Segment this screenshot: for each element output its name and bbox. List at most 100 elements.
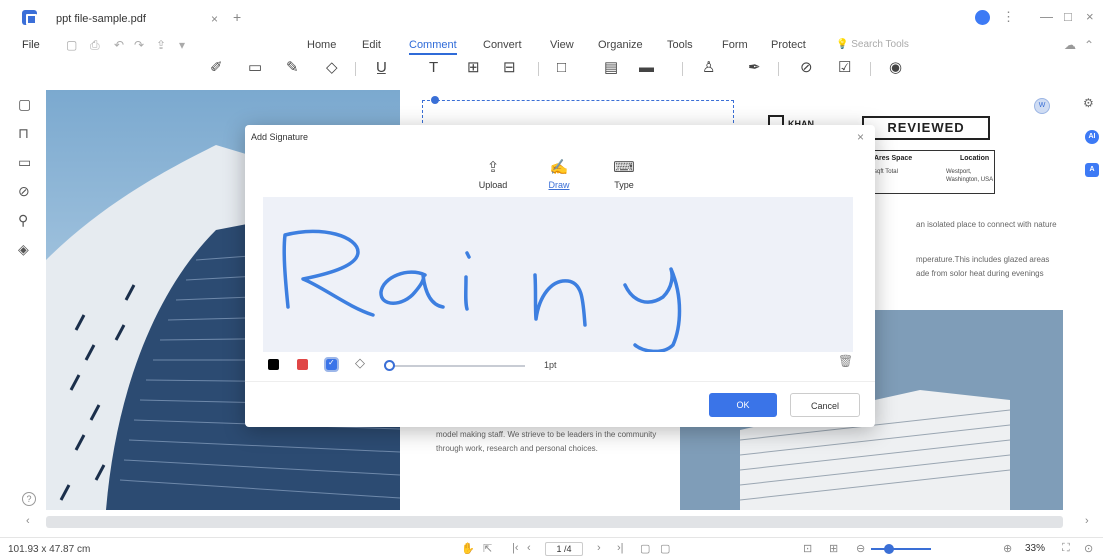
zoom-in-icon[interactable]: ⊕	[1003, 542, 1012, 555]
next-page-icon[interactable]: ›	[597, 542, 601, 554]
dropdown-arrow-icon[interactable]: ▾	[179, 38, 185, 52]
dialog-close-icon[interactable]: ×	[857, 130, 864, 144]
maximize-button[interactable]: □	[1064, 9, 1072, 24]
zoom-out-icon[interactable]: ⊖	[856, 542, 865, 555]
file-menu[interactable]: File	[22, 39, 40, 51]
view-mode-icon[interactable]: ⊞	[829, 542, 838, 555]
table-value-area: sqft Total	[874, 169, 898, 175]
properties-icon[interactable]: ⚙	[1083, 96, 1094, 110]
comment-icon[interactable]: ▭	[18, 154, 31, 171]
measure-icon[interactable]: ▬	[639, 59, 654, 77]
color-blue-swatch[interactable]	[324, 357, 339, 372]
fit-page-icon[interactable]: ⊡	[803, 542, 812, 555]
signature-draw-area[interactable]	[263, 197, 853, 354]
zoom-slider-handle[interactable]	[884, 544, 894, 554]
select-tool-icon[interactable]: ⇱	[483, 542, 492, 555]
stamp-icon[interactable]: ♙	[702, 59, 715, 77]
callout-icon[interactable]: ⊟	[503, 59, 516, 77]
cancel-button[interactable]: Cancel	[790, 393, 860, 417]
attachment-icon[interactable]: ⊘	[800, 59, 813, 77]
draw-mode-tab[interactable]: ✍ Draw	[534, 159, 584, 190]
undo-icon[interactable]: ↶	[114, 38, 124, 52]
thickness-slider[interactable]	[390, 365, 525, 367]
color-red-swatch[interactable]	[297, 359, 308, 370]
two-page-icon[interactable]: ▢	[660, 542, 670, 555]
tab-edit[interactable]: Edit	[362, 39, 381, 51]
signature-icon[interactable]: ✒	[748, 59, 761, 77]
title-bar: ppt file-sample.pdf × + ⋮ — □ ×	[0, 0, 1103, 36]
eraser-icon[interactable]: ◇	[355, 355, 365, 371]
translate-icon[interactable]: A	[1085, 163, 1099, 177]
underline-icon[interactable]: U̲	[376, 59, 387, 77]
document-tab-title: ppt file-sample.pdf	[56, 13, 146, 25]
color-black-swatch[interactable]	[268, 359, 279, 370]
settings-circle-icon[interactable]: ⊙	[1084, 542, 1093, 555]
close-window-button[interactable]: ×	[1086, 9, 1094, 24]
pencil-icon[interactable]: ✎	[286, 59, 299, 77]
comment-toolbar: ✐ ▭ ✎ ◇ U̲ T ⊞ ⊟ □ ▤ ▬ ♙ ✒ ⊘ ☑ ◉	[0, 56, 1103, 82]
tab-organize[interactable]: Organize	[598, 39, 643, 51]
note-icon[interactable]: ▤	[604, 59, 618, 77]
tab-protect[interactable]: Protect	[771, 39, 806, 51]
search-icon[interactable]: ⚲	[18, 212, 28, 229]
selection-box[interactable]	[422, 100, 734, 128]
help-icon[interactable]: ?	[22, 492, 36, 506]
zoom-level-select[interactable]: 33%	[1025, 542, 1065, 556]
thickness-slider-handle[interactable]	[384, 360, 395, 371]
reviewed-stamp[interactable]: REVIEWED	[862, 116, 990, 140]
last-page-icon[interactable]: ›|	[617, 542, 624, 554]
fullscreen-icon[interactable]: ⛶	[1062, 542, 1070, 555]
menu-bar: File ▢ ⎙ ↶ ↷ ⇪ ▾ Home Edit Comment Conve…	[0, 36, 1103, 56]
horizontal-scrollbar[interactable]	[46, 516, 1063, 528]
tab-comment[interactable]: Comment	[409, 39, 457, 51]
print-icon[interactable]: ⎙	[90, 38, 100, 53]
layers-icon[interactable]: ◈	[18, 241, 29, 258]
zoom-slider[interactable]	[871, 548, 931, 550]
type-mode-tab[interactable]: ⌨ Type	[599, 159, 649, 190]
shape-icon[interactable]: □	[557, 59, 566, 77]
document-tab[interactable]: ppt file-sample.pdf ×	[46, 6, 226, 32]
tab-home[interactable]: Home	[307, 39, 336, 51]
area-highlight-icon[interactable]: ▭	[248, 59, 262, 77]
eraser-icon[interactable]: ◇	[326, 59, 338, 77]
search-tools-input[interactable]: 💡 Search Tools	[836, 39, 909, 50]
prev-page-icon[interactable]: ‹	[527, 542, 531, 554]
edit-note-icon[interactable]: ☑	[838, 59, 851, 77]
text-icon[interactable]: T	[429, 59, 438, 77]
ai-assistant-icon[interactable]: AI	[1085, 130, 1099, 144]
redo-icon[interactable]: ↷	[134, 38, 144, 52]
first-page-icon[interactable]: |‹	[512, 542, 519, 554]
cloud-icon[interactable]: ☁	[1064, 38, 1076, 52]
upload-label: Upload	[478, 180, 508, 190]
upload-mode-tab[interactable]: ⇪ Upload	[468, 159, 518, 190]
single-page-icon[interactable]: ▢	[640, 542, 650, 555]
hand-tool-icon[interactable]: ✋	[461, 542, 475, 555]
selection-handle[interactable]	[431, 96, 439, 104]
eye-icon[interactable]: ◉	[889, 59, 902, 77]
tab-tools[interactable]: Tools	[667, 39, 693, 51]
minimize-button[interactable]: —	[1040, 9, 1053, 24]
toolbar-separator	[682, 62, 683, 76]
user-avatar[interactable]	[975, 10, 990, 25]
more-options-icon[interactable]: ⋮	[1002, 9, 1015, 25]
trash-icon[interactable]: 🗑	[838, 354, 853, 368]
share-icon[interactable]: ⇪	[156, 38, 166, 52]
tab-form[interactable]: Form	[722, 39, 748, 51]
ok-button[interactable]: OK	[709, 393, 777, 417]
lightbulb-icon: 💡	[836, 39, 849, 50]
highlight-icon[interactable]: ✐	[210, 59, 223, 77]
page-number-input[interactable]: 1 /4	[545, 542, 583, 556]
tab-view[interactable]: View	[550, 39, 574, 51]
scroll-right-icon[interactable]: ›	[1085, 515, 1089, 527]
save-icon[interactable]: ▢	[66, 38, 77, 52]
tab-convert[interactable]: Convert	[483, 39, 522, 51]
attachment-sidebar-icon[interactable]: ⊘	[18, 183, 30, 200]
textbox-icon[interactable]: ⊞	[467, 59, 480, 77]
bookmark-icon[interactable]: ⊓	[18, 125, 29, 142]
new-tab-icon[interactable]: +	[233, 9, 241, 25]
collapse-ribbon-icon[interactable]: ⌃	[1084, 38, 1094, 52]
scroll-left-icon[interactable]: ‹	[26, 515, 30, 527]
page-badge-icon[interactable]: W	[1034, 98, 1050, 114]
tab-close-icon[interactable]: ×	[211, 12, 218, 26]
page-thumbnails-icon[interactable]: ▢	[18, 96, 31, 113]
